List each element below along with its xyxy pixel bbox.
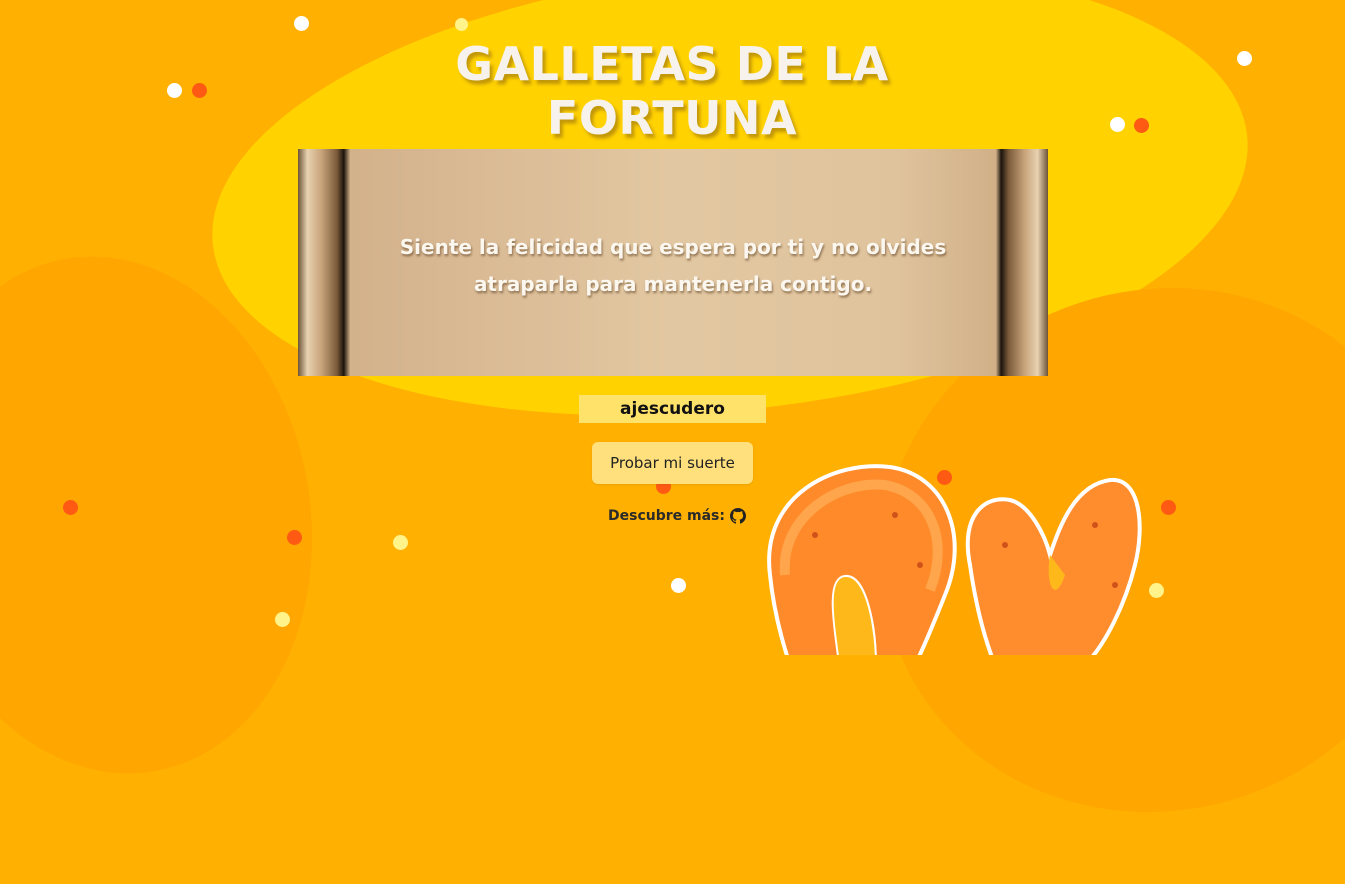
try-luck-button[interactable]: Probar mi suerte bbox=[592, 442, 753, 484]
discover-more: Descubre más: bbox=[608, 508, 746, 524]
fortune-scroll: Siente la felicidad que espera por ti y … bbox=[298, 149, 1048, 376]
fortune-message: Siente la felicidad que espera por ti y … bbox=[399, 235, 947, 296]
username-label: ajescudero bbox=[579, 395, 766, 423]
discover-label: Descubre más: bbox=[608, 508, 725, 524]
fortune-cookies-illustration bbox=[767, 464, 1142, 655]
github-icon bbox=[729, 508, 746, 524]
scroll-roll-left bbox=[298, 149, 350, 376]
page-title: GALLETAS DE LA FORTUNA bbox=[455, 36, 889, 145]
github-link[interactable] bbox=[729, 508, 746, 524]
scroll-roll-right bbox=[996, 149, 1048, 376]
